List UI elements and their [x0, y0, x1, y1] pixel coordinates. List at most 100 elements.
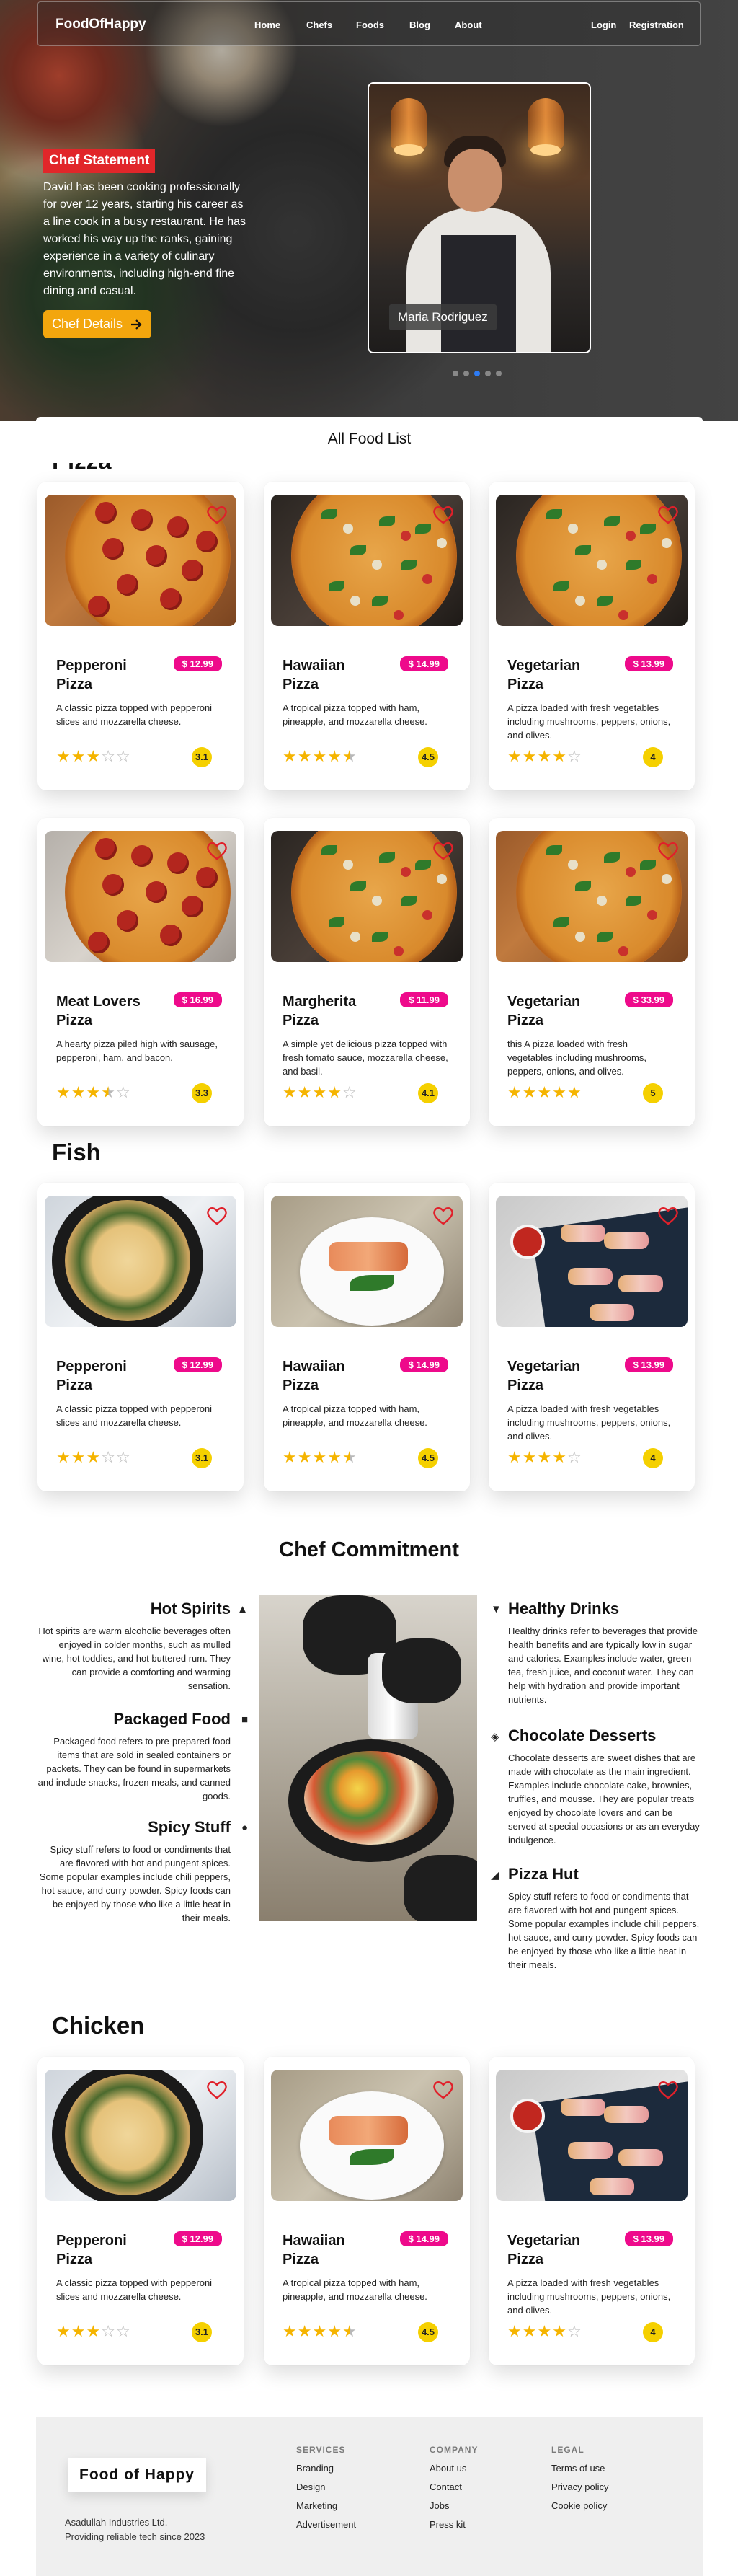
nav-about[interactable]: About [455, 19, 482, 30]
heart-icon[interactable] [657, 841, 679, 861]
footer-link-jobs[interactable]: Jobs [430, 2500, 478, 2511]
star-rating: ★★★★★ [283, 1448, 357, 1467]
carousel-dot[interactable] [453, 371, 458, 376]
food-card[interactable]: Vegetarian Pizza $ 33.99 this A pizza lo… [489, 818, 695, 1126]
food-image [496, 1196, 688, 1327]
food-card[interactable]: Margherita Pizza $ 11.99 A simple yet de… [264, 818, 470, 1126]
food-description: A tropical pizza topped with ham, pineap… [283, 702, 427, 727]
star-icon: ★ [312, 2322, 328, 2340]
star-icon: ★ [507, 1083, 523, 1101]
commit-healthy-drinks: Healthy Drinks Healthy drinks refer to b… [491, 1600, 703, 1706]
footer: Food of Happy Asadullah Industries Ltd. … [36, 2417, 703, 2576]
whisk-icon: ◈ [491, 1731, 499, 1743]
chef-details-button[interactable]: Chef Details [43, 310, 152, 338]
star-icon: ★ [522, 1448, 538, 1466]
heart-icon[interactable] [206, 1206, 228, 1226]
rating-badge: 4.5 [418, 747, 438, 767]
food-image [45, 831, 236, 962]
heart-icon[interactable] [432, 2080, 454, 2100]
heart-icon[interactable] [432, 1206, 454, 1226]
footer-link-branding[interactable]: Branding [296, 2463, 356, 2474]
nav-blog[interactable]: Blog [409, 19, 430, 30]
rating-badge: 3.3 [192, 1083, 212, 1103]
heart-icon[interactable] [657, 1206, 679, 1226]
footer-link-contact[interactable]: Contact [430, 2482, 478, 2492]
food-card[interactable]: Hawaiian Pizza $ 14.99 A tropical pizza … [264, 2057, 470, 2365]
half-star-icon: ★ [342, 1448, 357, 1466]
food-card[interactable]: Pepperoni Pizza $ 12.99 A classic pizza … [37, 482, 244, 790]
chef-statement-text: David has been cooking professionally fo… [43, 181, 246, 297]
chef-photo-card[interactable]: Maria Rodriguez [368, 82, 591, 353]
food-card[interactable]: Meat Lovers Pizza $ 16.99 A hearty pizza… [37, 818, 244, 1126]
carousel-dot[interactable] [485, 371, 491, 376]
star-icon: ★ [522, 2322, 538, 2340]
star-icon: ★ [56, 747, 71, 765]
commit-spicy-stuff: Spicy Stuff Spicy stuff refers to food o… [36, 1818, 248, 1925]
food-image [45, 2070, 236, 2201]
footer-link-terms[interactable]: Terms of use [551, 2463, 608, 2474]
food-image [45, 1196, 236, 1327]
rating-badge: 5 [643, 1083, 663, 1103]
food-name: Hawaiian Pizza [283, 2233, 345, 2267]
commit-title: Healthy Drinks [508, 1600, 620, 1618]
food-image [496, 495, 688, 626]
price-badge: $ 13.99 [624, 656, 673, 671]
heart-icon[interactable] [432, 841, 454, 861]
food-image [496, 831, 688, 962]
food-card[interactable]: Hawaiian Pizza $ 14.99 A tropical pizza … [264, 482, 470, 790]
nav-chefs[interactable]: Chefs [306, 19, 332, 30]
heart-icon[interactable] [432, 505, 454, 525]
footer-link-cookie[interactable]: Cookie policy [551, 2500, 608, 2511]
rating-badge: 4 [643, 1448, 663, 1468]
food-name: Meat Lovers Pizza [56, 994, 141, 1028]
nav-home[interactable]: Home [254, 19, 280, 30]
star-rating: ★★★☆☆ [56, 747, 131, 766]
food-description: A classic pizza topped with pepperoni sl… [56, 1403, 213, 1428]
footer-link-about[interactable]: About us [430, 2463, 478, 2474]
carousel-dot[interactable] [463, 371, 469, 376]
food-card[interactable]: Vegetarian Pizza $ 13.99 A pizza loaded … [489, 2057, 695, 2365]
footer-link-advertisement[interactable]: Advertisement [296, 2519, 356, 2530]
heart-icon[interactable] [657, 505, 679, 525]
food-card[interactable]: Vegetarian Pizza $ 13.99 A pizza loaded … [489, 1183, 695, 1491]
star-icon: ★ [537, 1448, 553, 1466]
empty-star-icon: ☆ [115, 1448, 131, 1466]
heart-icon[interactable] [657, 2080, 679, 2100]
navbar: FoodOfHappy Home Chefs Foods Blog About … [37, 1, 701, 46]
price-badge: $ 14.99 [399, 656, 448, 671]
star-icon: ★ [552, 1083, 567, 1101]
price-badge: $ 16.99 [173, 992, 222, 1007]
footer-link-design[interactable]: Design [296, 2482, 356, 2492]
empty-star-icon: ☆ [566, 1448, 582, 1466]
food-name: Margherita Pizza [283, 994, 357, 1028]
heart-icon[interactable] [206, 841, 228, 861]
food-description: A simple yet delicious pizza topped with… [283, 1038, 448, 1077]
nav-login[interactable]: Login [591, 19, 616, 30]
rating-badge: 4 [643, 2322, 663, 2342]
footer-brand[interactable]: Food of Happy [68, 2458, 206, 2492]
empty-star-icon: ☆ [115, 2322, 131, 2340]
food-card[interactable]: Pepperoni Pizza $ 12.99 A classic pizza … [37, 1183, 244, 1491]
commit-text: Spicy stuff refers to food or condiments… [39, 1844, 231, 1923]
commit-title: Packaged Food [113, 1710, 231, 1728]
food-card[interactable]: Vegetarian Pizza $ 13.99 A pizza loaded … [489, 482, 695, 790]
star-rating: ★★★★☆ [507, 1448, 582, 1467]
heart-icon[interactable] [206, 505, 228, 525]
empty-star-icon: ☆ [101, 1448, 116, 1466]
footer-link-marketing[interactable]: Marketing [296, 2500, 356, 2511]
star-icon: ★ [327, 1448, 342, 1466]
price-badge: $ 12.99 [173, 1357, 222, 1372]
footer-link-privacy[interactable]: Privacy policy [551, 2482, 608, 2492]
heart-icon[interactable] [206, 2080, 228, 2100]
price-badge: $ 13.99 [624, 1357, 673, 1372]
food-card[interactable]: Hawaiian Pizza $ 14.99 A tropical pizza … [264, 1183, 470, 1491]
nav-foods[interactable]: Foods [356, 19, 384, 30]
food-card[interactable]: Pepperoni Pizza $ 12.99 A classic pizza … [37, 2057, 244, 2365]
carousel-dot-active[interactable] [474, 371, 480, 376]
footer-link-press[interactable]: Press kit [430, 2519, 478, 2530]
food-description: A pizza loaded with fresh vegetables inc… [507, 702, 671, 741]
brand-logo[interactable]: FoodOfHappy [55, 17, 146, 32]
star-rating: ★★★★☆ [507, 747, 582, 766]
carousel-dot[interactable] [496, 371, 502, 376]
nav-registration[interactable]: Registration [629, 19, 684, 30]
